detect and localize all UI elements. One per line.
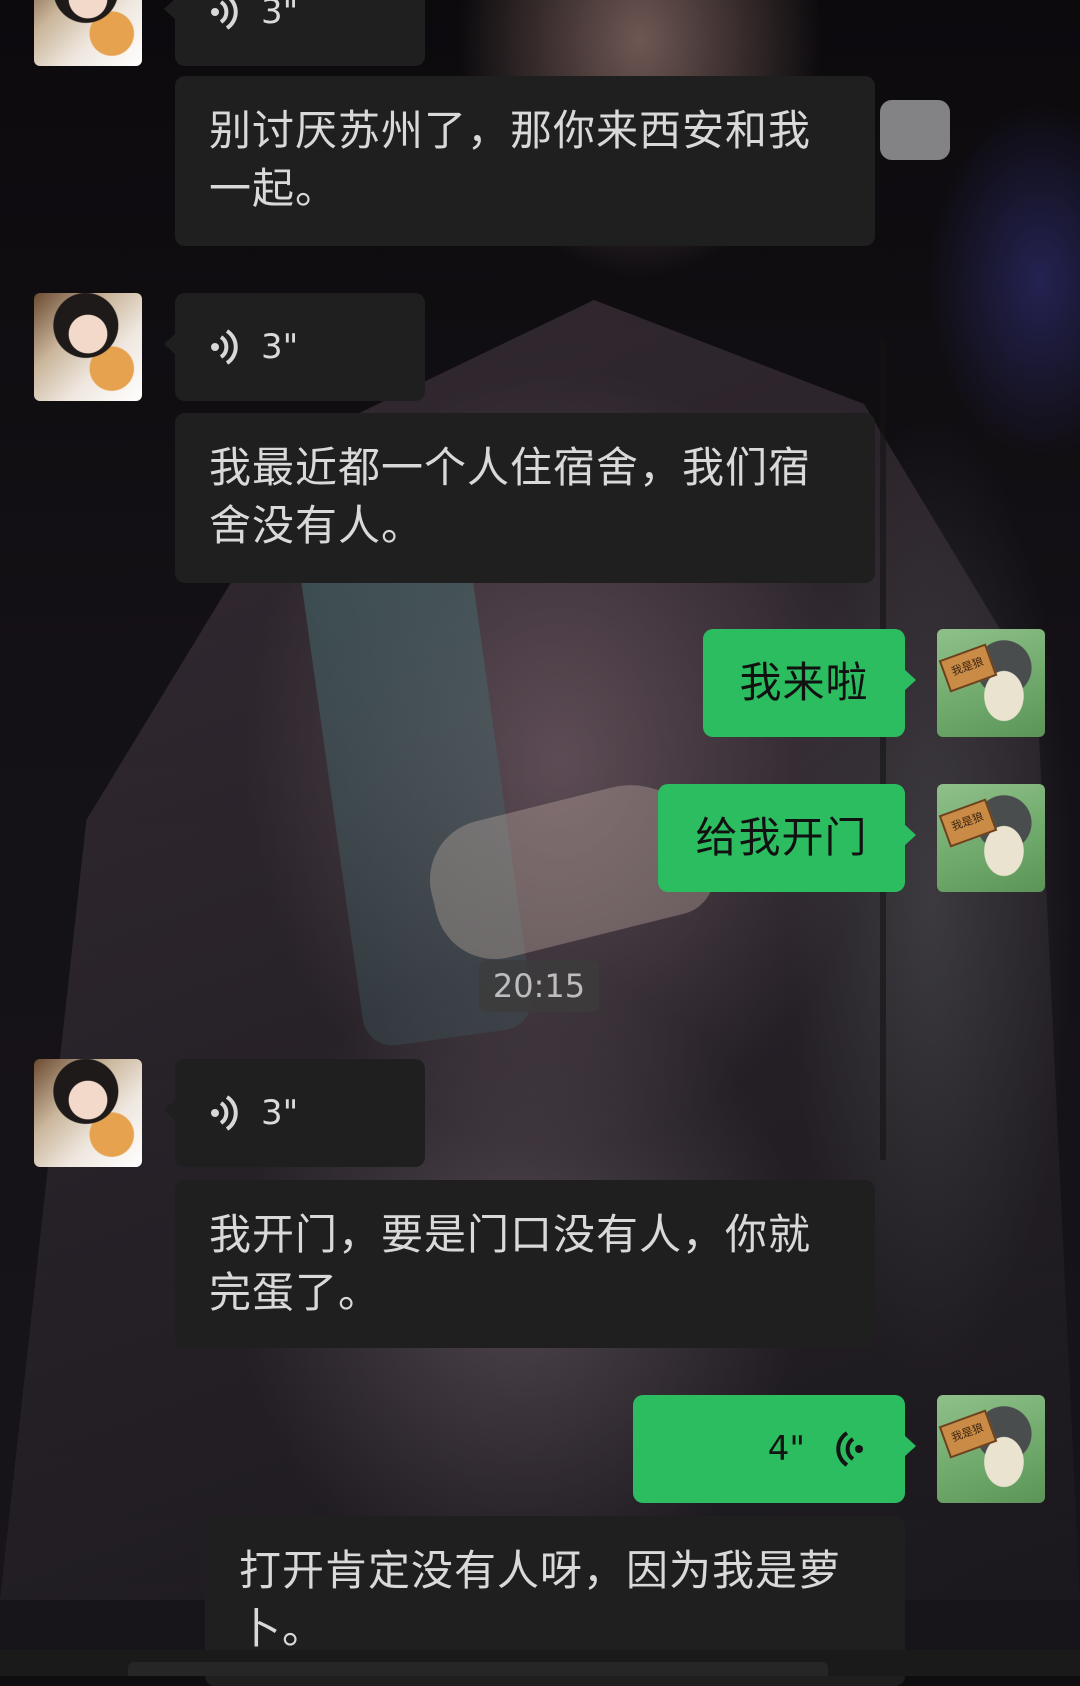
message-line: 别讨厌苏州了，那你来西安和我 — [209, 106, 812, 155]
message-text: 我最近都一个人住宿舍，我们宿 舍没有人。 — [209, 439, 841, 555]
message-line: 舍没有人。 — [209, 501, 425, 550]
contact-avatar[interactable] — [34, 293, 142, 401]
voice-duration: 4" — [767, 1429, 805, 1469]
avatar-sign: 我是狼 — [938, 643, 998, 693]
voice-message-content: 4" — [633, 1395, 905, 1503]
voice-wave-right-icon — [209, 327, 239, 367]
message-text: 我开门，要是门口没有人，你就 完蛋了。 — [209, 1206, 841, 1322]
voice-wave-right-icon — [209, 1093, 239, 1133]
voice-message-content: 3" — [175, 1059, 425, 1167]
user-avatar[interactable]: 我是狼 — [937, 784, 1045, 892]
message-line: 完蛋了。 — [209, 1268, 382, 1317]
message-text: 我来啦 — [739, 658, 869, 707]
chat-timestamp: 20:15 — [479, 960, 599, 1012]
text-message-bubble-outgoing[interactable]: 我来啦 — [703, 629, 916, 737]
text-message-bubble[interactable]: 我最近都一个人住宿舍，我们宿 舍没有人。 — [175, 413, 875, 583]
voice-message-bubble-outgoing[interactable]: 4" — [633, 1395, 916, 1503]
message-text: 别讨厌苏州了，那你来西安和我 一起。 — [209, 102, 841, 218]
voice-wave-left-icon — [835, 1429, 865, 1469]
voice-message-bubble[interactable]: 3" — [164, 0, 425, 66]
voice-duration: 3" — [261, 0, 299, 32]
message-input-field[interactable] — [128, 1662, 828, 1676]
avatar-sign: 我是狼 — [938, 1409, 998, 1459]
voice-message-content: 3" — [175, 0, 425, 66]
text-message-bubble[interactable]: 我开门，要是门口没有人，你就 完蛋了。 — [175, 1180, 875, 1348]
chat-input-bar — [0, 1650, 1080, 1676]
message-line: 打开肯定没有人呀，因为我是萝 — [239, 1546, 842, 1595]
voice-duration: 3" — [261, 327, 299, 367]
voice-duration: 3" — [261, 1093, 299, 1133]
message-line: 我最近都一个人住宿舍，我们宿 — [209, 443, 812, 492]
message-text: 给我开门 — [695, 813, 868, 862]
message-line: 我开门，要是门口没有人，你就 — [209, 1210, 812, 1259]
contact-avatar[interactable] — [34, 0, 142, 66]
wallpaper-microphone — [880, 100, 950, 160]
text-message-bubble[interactable]: 别讨厌苏州了，那你来西安和我 一起。 — [175, 76, 875, 246]
message-text: 打开肯定没有人呀，因为我是萝 卜。 — [239, 1542, 871, 1658]
voice-message-bubble[interactable]: 3" — [164, 1059, 425, 1167]
avatar-sign: 我是狼 — [938, 798, 998, 848]
voice-message-content: 3" — [175, 293, 425, 401]
wallpaper-cord — [880, 340, 886, 1160]
text-message-bubble-outgoing[interactable]: 给我开门 — [658, 784, 916, 892]
contact-avatar[interactable] — [34, 1059, 142, 1167]
user-avatar[interactable]: 我是狼 — [937, 629, 1045, 737]
voice-message-bubble[interactable]: 3" — [164, 293, 425, 401]
message-line: 一起。 — [209, 164, 339, 213]
voice-wave-right-icon — [209, 0, 239, 32]
chat-wallpaper — [0, 0, 1080, 1676]
user-avatar[interactable]: 我是狼 — [937, 1395, 1045, 1503]
